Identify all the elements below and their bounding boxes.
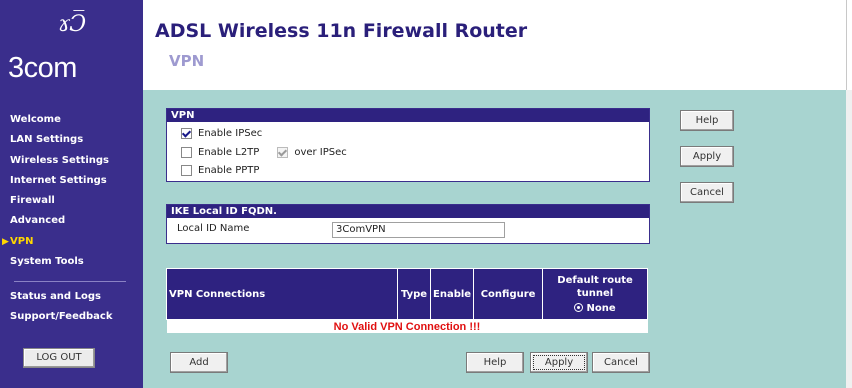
header: ADSL Wireless 11n Firewall Router VPN: [143, 0, 846, 90]
over-ipsec-label: over IPSec: [294, 147, 347, 158]
sidebar: ɤƆ̅ 3com Welcome LAN Settings Wireless S…: [0, 0, 143, 388]
none-radio-option[interactable]: None: [545, 302, 645, 315]
sidebar-item-label: Support/Feedback: [10, 311, 113, 323]
over-ipsec-checkbox[interactable]: [277, 147, 289, 158]
logo-glyph: ɤƆ̅: [58, 12, 86, 37]
enable-ipsec-row: Enable IPSec: [181, 128, 262, 139]
sidebar-nav-secondary: Status and Logs Support/Feedback: [10, 287, 113, 328]
col-type: Type: [397, 268, 431, 320]
sidebar-item-status-and-logs[interactable]: Status and Logs: [10, 287, 113, 307]
sidebar-item-wireless-settings[interactable]: Wireless Settings: [10, 151, 109, 171]
sidebar-item-label: Advanced: [10, 215, 66, 227]
side-apply-button[interactable]: Apply: [680, 146, 734, 167]
logout-button[interactable]: LOG OUT: [23, 348, 95, 368]
sidebar-item-label: VPN: [10, 235, 34, 247]
sidebar-item-system-tools[interactable]: System Tools: [10, 252, 109, 272]
table-row: No Valid VPN Connection !!!: [166, 319, 648, 333]
sidebar-item-label: Internet Settings: [10, 174, 107, 186]
add-button[interactable]: Add: [170, 352, 228, 373]
vpn-panel-heading: VPN: [167, 109, 649, 122]
side-cancel-button[interactable]: Cancel: [680, 182, 734, 203]
enable-ipsec-label: Enable IPSec: [198, 128, 263, 139]
page-subtitle: VPN: [169, 52, 205, 70]
enable-pptp-row: Enable PPTP: [181, 165, 259, 176]
enable-pptp-checkbox[interactable]: [181, 165, 192, 176]
bottom-apply-button[interactable]: Apply: [530, 352, 588, 373]
bottom-cancel-button[interactable]: Cancel: [592, 352, 650, 373]
sidebar-item-welcome[interactable]: Welcome: [10, 110, 109, 130]
sidebar-nav: Welcome LAN Settings Wireless Settings I…: [2, 110, 109, 272]
nav-arrow-icon: ▶: [2, 236, 9, 247]
vpn-connections-table: VPN Connections Type Enable Configure De…: [166, 268, 648, 334]
enable-l2tp-checkbox[interactable]: [181, 147, 192, 158]
enable-l2tp-row: Enable L2TP over IPSec: [181, 147, 347, 158]
none-radio-label: None: [586, 302, 616, 314]
sidebar-divider: [14, 281, 126, 282]
ike-panel: IKE Local ID FQDN. Local ID Name 3ComVPN: [166, 204, 650, 244]
empty-message: No Valid VPN Connection !!!: [166, 319, 648, 333]
sidebar-item-vpn[interactable]: ▶ VPN: [2, 232, 109, 252]
sidebar-item-firewall[interactable]: Firewall: [10, 191, 109, 211]
col-default-route: Default route tunnel None: [542, 268, 648, 320]
ike-panel-heading: IKE Local ID FQDN.: [167, 205, 649, 218]
enable-l2tp-label: Enable L2TP: [198, 147, 260, 158]
sidebar-item-internet-settings[interactable]: Internet Settings: [10, 171, 109, 191]
col-configure: Configure: [473, 268, 544, 320]
sidebar-item-label: Firewall: [10, 195, 55, 207]
window-edge: [846, 90, 852, 388]
sidebar-item-label: System Tools: [10, 256, 84, 268]
col-enable: Enable: [429, 268, 475, 320]
sidebar-item-lan-settings[interactable]: LAN Settings: [10, 130, 109, 150]
sidebar-item-advanced[interactable]: Advanced: [10, 211, 109, 231]
logo-text: 3com: [8, 52, 77, 84]
sidebar-item-label: Status and Logs: [10, 291, 101, 302]
enable-ipsec-checkbox[interactable]: [181, 128, 192, 139]
col-vpn-connections: VPN Connections: [166, 268, 398, 320]
enable-pptp-label: Enable PPTP: [198, 165, 260, 176]
bottom-help-button[interactable]: Help: [466, 352, 524, 373]
radio-selected-icon[interactable]: [574, 303, 584, 312]
sidebar-item-label: Wireless Settings: [10, 154, 109, 166]
3com-logo: ɤƆ̅ 3com: [6, 8, 136, 88]
page-title: ADSL Wireless 11n Firewall Router: [155, 20, 528, 42]
local-id-label: Local ID Name: [177, 223, 250, 234]
col-default-route-label: Default route tunnel: [557, 274, 633, 299]
sidebar-item-label: Welcome: [10, 114, 61, 125]
sidebar-item-support-feedback[interactable]: Support/Feedback: [10, 307, 113, 327]
sidebar-item-label: LAN Settings: [10, 134, 84, 146]
local-id-row: Local ID Name 3ComVPN: [167, 219, 649, 240]
vpn-panel: VPN Enable IPSec Enable L2TP over IPSec …: [166, 108, 650, 182]
side-help-button[interactable]: Help: [680, 110, 734, 131]
local-id-input[interactable]: 3ComVPN: [332, 222, 505, 238]
vpn-connections-grid: VPN Connections Type Enable Configure De…: [166, 268, 648, 333]
main-content: VPN Enable IPSec Enable L2TP over IPSec …: [143, 90, 846, 388]
table-header-row: VPN Connections Type Enable Configure De…: [166, 268, 648, 320]
